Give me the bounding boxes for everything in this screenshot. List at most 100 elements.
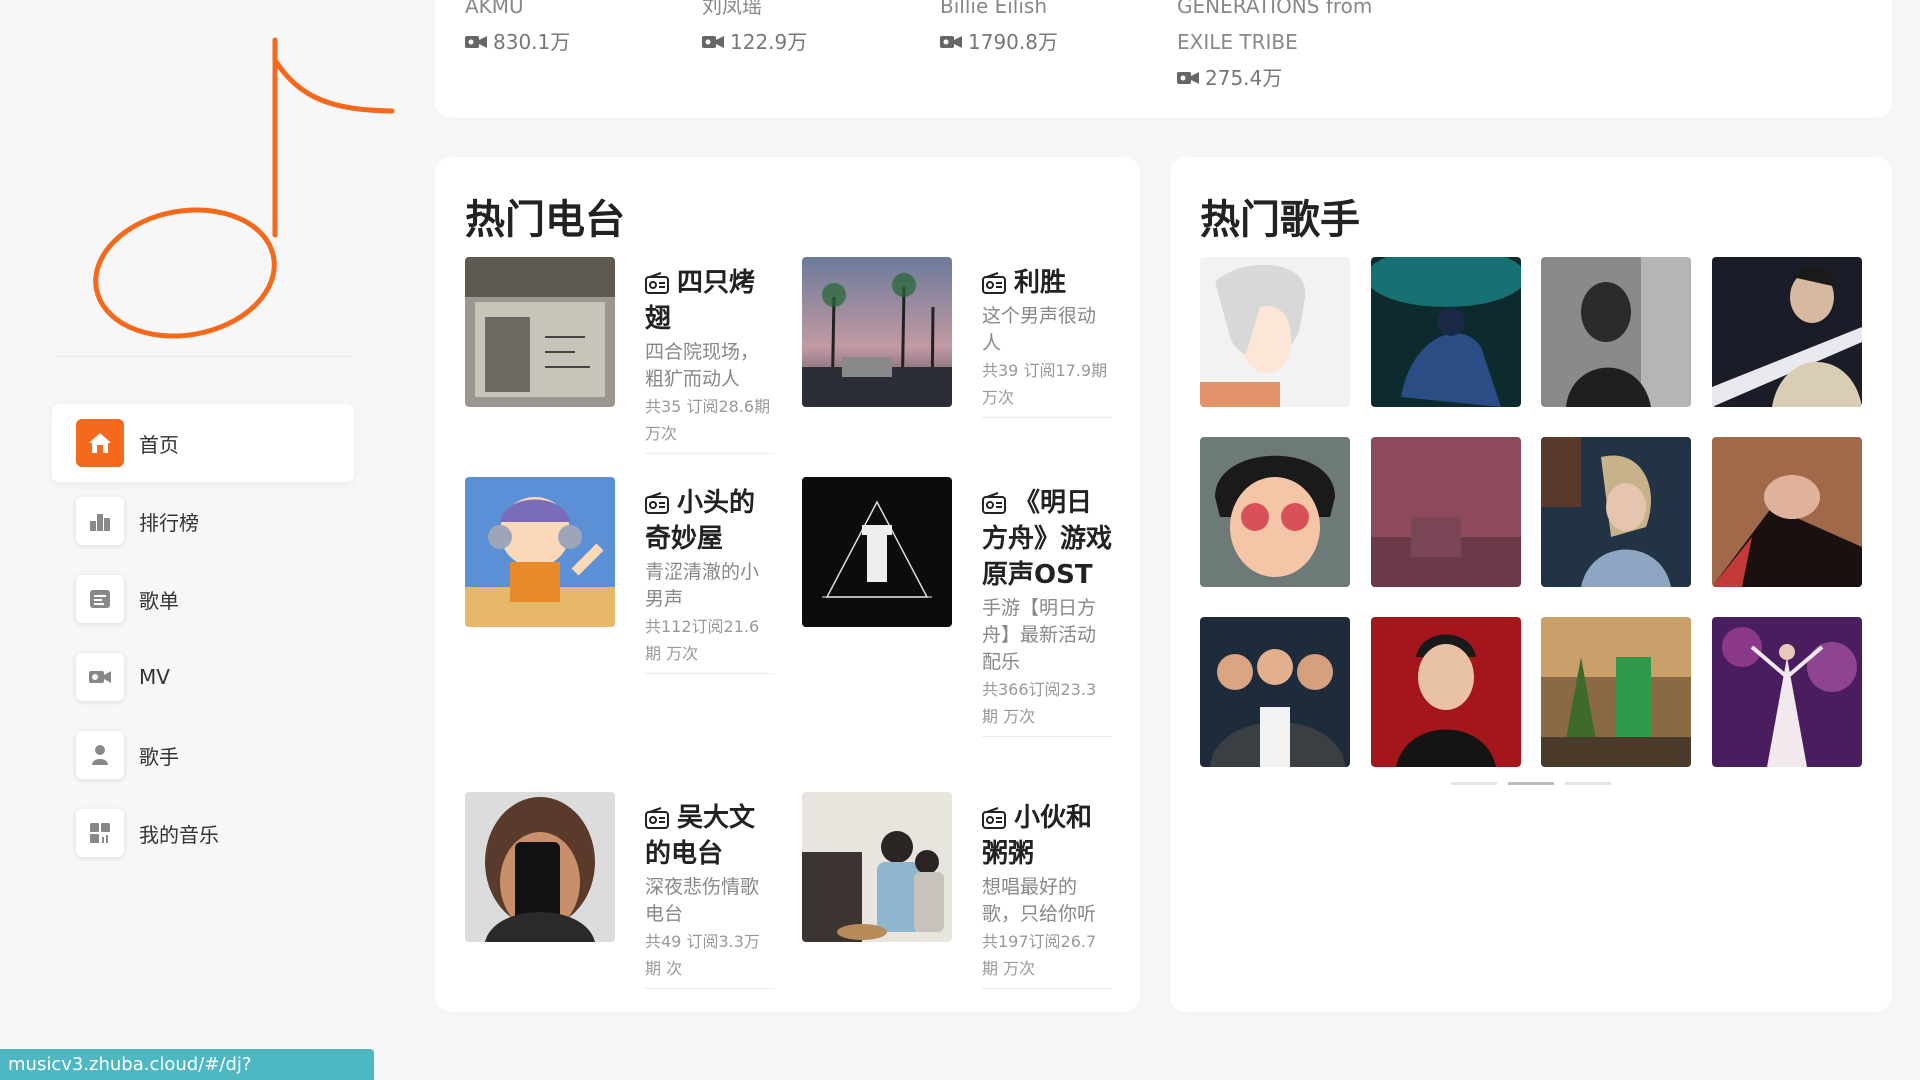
video-camera-icon [76, 653, 124, 701]
mv-artist[interactable]: GENERATIONS from [1177, 0, 1437, 24]
radio-cover-image[interactable] [465, 792, 615, 942]
section-title-radio: 热门电台 [465, 197, 625, 243]
radio-name[interactable]: 《明日方舟》游戏原声OST [982, 485, 1112, 593]
sidebar-item-home[interactable]: 首页 [52, 404, 354, 482]
mv-item[interactable]: 刘凤瑶 122.9万 [702, 0, 932, 60]
radio-item[interactable]: 小伙和粥粥 想唱最好的歌，只给你听 共197订阅26.7期 万次 [802, 792, 1132, 1002]
singer-avatar[interactable] [1200, 437, 1350, 587]
mv-artist[interactable]: AKMU [465, 0, 695, 24]
sidebar-item-label: 排行榜 [139, 510, 199, 535]
sidebar-nav: 首页 排行榜 歌单 MV 歌手 我的音乐 [52, 404, 354, 872]
radio-info: 《明日方舟》游戏原声OST 手游【明日方舟】最新活动配乐 共366订阅23.3期… [982, 485, 1112, 737]
radio-item[interactable]: 吴大文的电台 深夜悲伤情歌电台 共49 订阅3.3万期 次 [465, 792, 795, 1002]
radio-item[interactable]: 利胜 这个男声很动人 共39 订阅17.9期 万次 [802, 257, 1132, 467]
radio-cover-image[interactable] [802, 792, 952, 942]
mv-artist[interactable]: 刘凤瑶 [702, 0, 932, 24]
radio-desc: 四合院现场，粗犷而动人 [645, 341, 760, 390]
video-camera-icon [465, 36, 487, 48]
video-camera-icon [702, 36, 724, 48]
sidebar-item-charts[interactable]: 排行榜 [52, 482, 354, 560]
mv-play-count-text: 830.1万 [493, 30, 571, 54]
singer-avatar[interactable] [1541, 257, 1691, 407]
singer-avatar[interactable] [1371, 617, 1521, 767]
radio-info: 吴大文的电台 深夜悲伤情歌电台 共49 订阅3.3万期 次 [645, 800, 775, 989]
radio-desc: 想唱最好的歌，只给你听 [982, 876, 1097, 925]
radio-meta: 共35 订阅28.6期 万次 [645, 397, 771, 443]
radio-cover-image[interactable] [465, 477, 615, 627]
sidebar-item-mv[interactable]: MV [52, 638, 354, 716]
radio-name[interactable]: 利胜 [982, 265, 1112, 301]
radio-meta: 共112订阅21.6期 万次 [645, 617, 760, 663]
radio-icon [982, 492, 1006, 514]
singer-avatar[interactable] [1200, 617, 1350, 767]
radio-name[interactable]: 四只烤翅 [645, 265, 775, 337]
sidebar-item-label: 我的音乐 [139, 822, 219, 847]
video-camera-icon [940, 36, 962, 48]
playlist-icon [76, 575, 124, 623]
sidebar: 首页 排行榜 歌单 MV 歌手 我的音乐 [0, 0, 410, 1080]
section-title-singers: 热门歌手 [1200, 197, 1360, 243]
radio-info: 小头的奇妙屋 青涩清澈的小男声 共112订阅21.6期 万次 [645, 485, 775, 674]
radio-desc: 手游【明日方舟】最新活动配乐 [982, 597, 1097, 673]
singer-avatar[interactable] [1712, 257, 1862, 407]
sidebar-item-singers[interactable]: 歌手 [52, 716, 354, 794]
pager-dot[interactable] [1451, 782, 1497, 785]
pager-dot[interactable] [1565, 782, 1611, 785]
radio-item[interactable]: 四只烤翅 四合院现场，粗犷而动人 共35 订阅28.6期 万次 [465, 257, 795, 467]
radio-cover-image[interactable] [465, 257, 615, 407]
singer-avatar[interactable] [1371, 257, 1521, 407]
radio-item[interactable]: 《明日方舟》游戏原声OST 手游【明日方舟】最新活动配乐 共366订阅23.3期… [802, 477, 1132, 737]
sidebar-divider [55, 356, 355, 357]
radio-item[interactable]: 小头的奇妙屋 青涩清澈的小男声 共112订阅21.6期 万次 [465, 477, 795, 687]
mv-play-count-text: 122.9万 [730, 30, 808, 54]
radio-name[interactable]: 小伙和粥粥 [982, 800, 1112, 872]
mv-item[interactable]: AKMU 830.1万 [465, 0, 695, 60]
mv-play-count: 830.1万 [465, 24, 695, 60]
radio-cover-image[interactable] [802, 257, 952, 407]
mv-play-count-text: 275.4万 [1205, 66, 1283, 90]
mv-play-count: 1790.8万 [940, 24, 1170, 60]
radio-icon [645, 492, 669, 514]
radio-name[interactable]: 小头的奇妙屋 [645, 485, 775, 557]
radio-cover-image[interactable] [802, 477, 952, 627]
radio-meta: 共197订阅26.7期 万次 [982, 932, 1097, 978]
sidebar-item-label: MV [139, 665, 170, 689]
status-url-tooltip: musicv3.zhuba.cloud/#/dj?id=794119441 [0, 1049, 374, 1080]
mv-strip-card: AKMU 830.1万 刘凤瑶 122.9万 Billie Eilish 179… [435, 0, 1892, 118]
radio-desc: 深夜悲伤情歌电台 [645, 876, 760, 925]
mv-item[interactable]: Billie Eilish 1790.8万 [940, 0, 1170, 60]
pager-dot-active[interactable] [1508, 782, 1554, 785]
mv-artist[interactable]: Billie Eilish [940, 0, 1170, 24]
hot-radio-card: 热门电台 四只烤翅 四合院现场，粗犷而动人 共35 订阅28.6期 万次 利胜 … [435, 157, 1140, 1012]
sidebar-item-my-music[interactable]: 我的音乐 [52, 794, 354, 872]
carousel-pager [1170, 782, 1892, 786]
sidebar-item-label: 首页 [139, 432, 179, 457]
singer-avatar[interactable] [1712, 437, 1862, 587]
radio-icon [982, 272, 1006, 294]
music-note-logo-icon[interactable] [85, 25, 415, 355]
singer-avatar[interactable] [1371, 437, 1521, 587]
radio-name[interactable]: 吴大文的电台 [645, 800, 775, 872]
singer-avatar[interactable] [1541, 617, 1691, 767]
radio-meta: 共39 订阅17.9期 万次 [982, 361, 1108, 407]
chart-icon [76, 497, 124, 545]
singer-avatar[interactable] [1712, 617, 1862, 767]
radio-icon [982, 807, 1006, 829]
home-icon [76, 419, 124, 467]
radio-desc: 青涩清澈的小男声 [645, 561, 760, 610]
singer-avatar[interactable] [1200, 257, 1350, 407]
radio-info: 四只烤翅 四合院现场，粗犷而动人 共35 订阅28.6期 万次 [645, 265, 775, 454]
mv-play-count: 275.4万 [1177, 60, 1437, 96]
hot-singers-card: 热门歌手 [1170, 157, 1892, 1012]
radio-info: 小伙和粥粥 想唱最好的歌，只给你听 共197订阅26.7期 万次 [982, 800, 1112, 989]
mv-item[interactable]: GENERATIONS from EXILE TRIBE 275.4万 [1177, 0, 1437, 96]
person-icon [76, 731, 124, 779]
radio-meta: 共49 订阅3.3万期 次 [645, 932, 760, 978]
mv-play-count-text: 1790.8万 [968, 30, 1058, 54]
mv-artist-line2[interactable]: EXILE TRIBE [1177, 24, 1437, 60]
singer-avatar[interactable] [1541, 437, 1691, 587]
radio-desc: 这个男声很动人 [982, 305, 1097, 354]
radio-info: 利胜 这个男声很动人 共39 订阅17.9期 万次 [982, 265, 1112, 418]
radio-icon [645, 272, 669, 294]
sidebar-item-playlists[interactable]: 歌单 [52, 560, 354, 638]
